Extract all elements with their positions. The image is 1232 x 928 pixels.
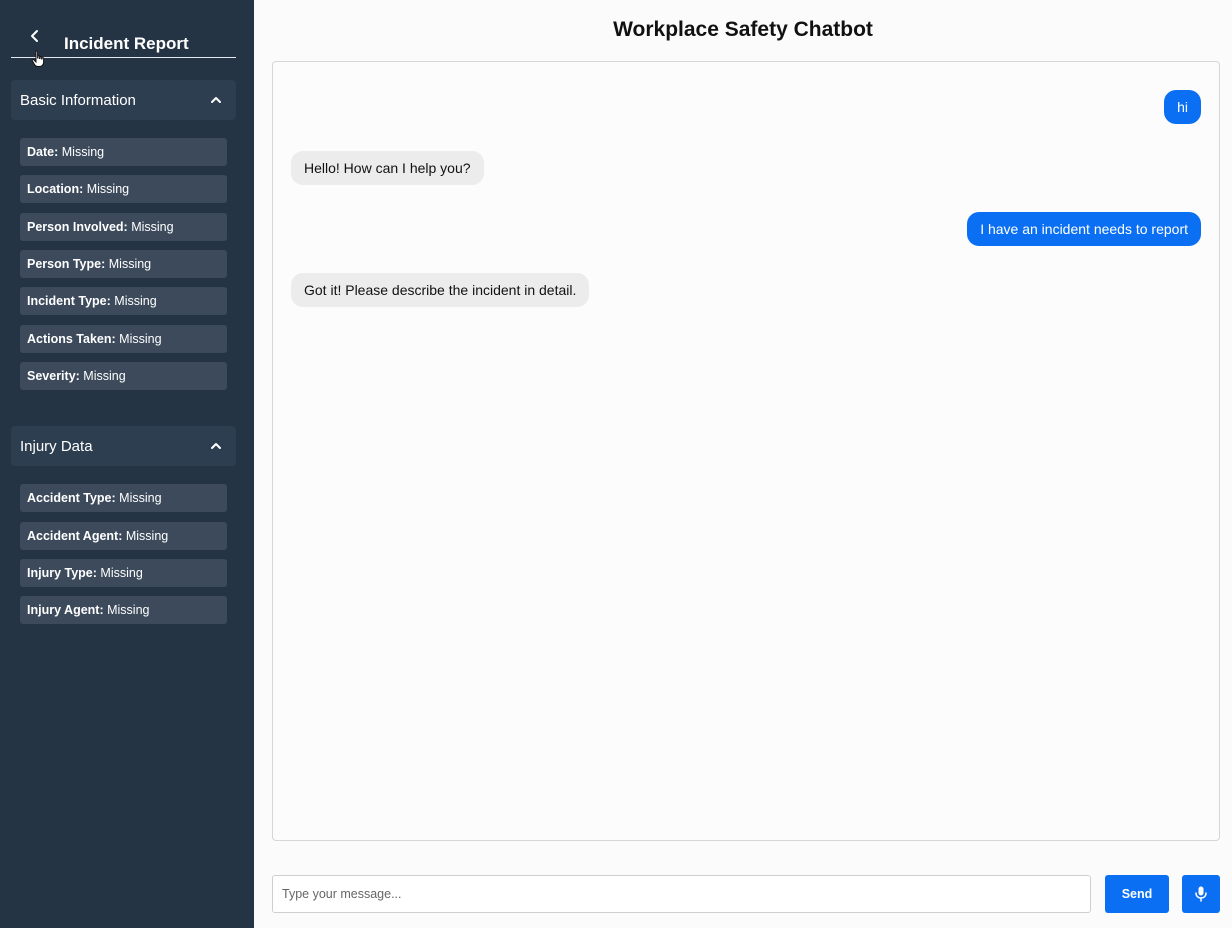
field-person-type: Person Type: Missing	[20, 250, 227, 278]
back-button[interactable]	[25, 26, 45, 46]
chevron-up-icon	[211, 97, 221, 103]
section-basic-information[interactable]: Basic Information	[11, 80, 236, 120]
field-injury-agent: Injury Agent: Missing	[20, 596, 227, 624]
field-date: Date: Missing	[20, 138, 227, 166]
field-person-involved: Person Involved: Missing	[20, 213, 227, 241]
section-label: Basic Information	[20, 92, 136, 109]
chevron-up-icon	[211, 443, 221, 449]
field-key: Location:	[27, 182, 84, 196]
field-key: Person Type:	[27, 257, 106, 271]
hand-pointer-icon	[31, 50, 45, 67]
field-incident-type: Incident Type: Missing	[20, 287, 227, 315]
page-title: Workplace Safety Chatbot	[613, 18, 873, 41]
bot-message: Got it! Please describe the incident in …	[291, 273, 590, 307]
field-value: Missing	[86, 182, 130, 196]
send-button[interactable]: Send	[1105, 875, 1169, 913]
field-key: Person Involved:	[27, 220, 128, 234]
field-value: Missing	[119, 491, 162, 505]
microphone-icon	[1195, 886, 1207, 902]
chat-window[interactable]: hi Hello! How can I help you? I have an …	[272, 61, 1220, 841]
sidebar-title: Incident Report	[64, 34, 189, 53]
field-injury-type: Injury Type: Missing	[20, 559, 227, 587]
field-key: Actions Taken:	[27, 332, 116, 346]
field-value: Missing	[108, 257, 152, 271]
mic-button[interactable]	[1182, 875, 1220, 913]
field-value: Missing	[107, 603, 150, 617]
bot-message: Hello! How can I help you?	[291, 151, 484, 185]
field-value: Missing	[131, 220, 174, 234]
field-value: Missing	[119, 332, 162, 346]
field-location: Location: Missing	[20, 175, 227, 203]
section-injury-data[interactable]: Injury Data	[11, 426, 236, 466]
field-accident-agent: Accident Agent: Missing	[20, 522, 227, 550]
chevron-left-icon	[31, 30, 38, 42]
field-value: Missing	[61, 145, 105, 159]
field-value: Missing	[114, 294, 157, 308]
field-key: Date:	[27, 145, 59, 159]
field-key: Accident Agent:	[27, 529, 123, 543]
field-actions-taken: Actions Taken: Missing	[20, 325, 227, 353]
field-key: Injury Type:	[27, 566, 97, 580]
field-severity: Severity: Missing	[20, 362, 227, 390]
field-value: Missing	[100, 566, 143, 580]
user-message: I have an incident needs to report	[967, 212, 1201, 246]
field-key: Severity:	[27, 369, 80, 383]
sidebar: Incident Report Basic Information Date: …	[0, 0, 254, 928]
field-key: Accident Type:	[27, 491, 116, 505]
field-key: Injury Agent:	[27, 603, 104, 617]
section-label: Injury Data	[20, 438, 93, 455]
field-accident-type: Accident Type: Missing	[20, 484, 227, 512]
field-key: Incident Type:	[27, 294, 111, 308]
field-value: Missing	[125, 529, 169, 543]
sidebar-header: Incident Report	[11, 22, 236, 67]
field-value: Missing	[83, 369, 126, 383]
message-input[interactable]	[272, 875, 1091, 913]
user-message: hi	[1164, 90, 1201, 124]
